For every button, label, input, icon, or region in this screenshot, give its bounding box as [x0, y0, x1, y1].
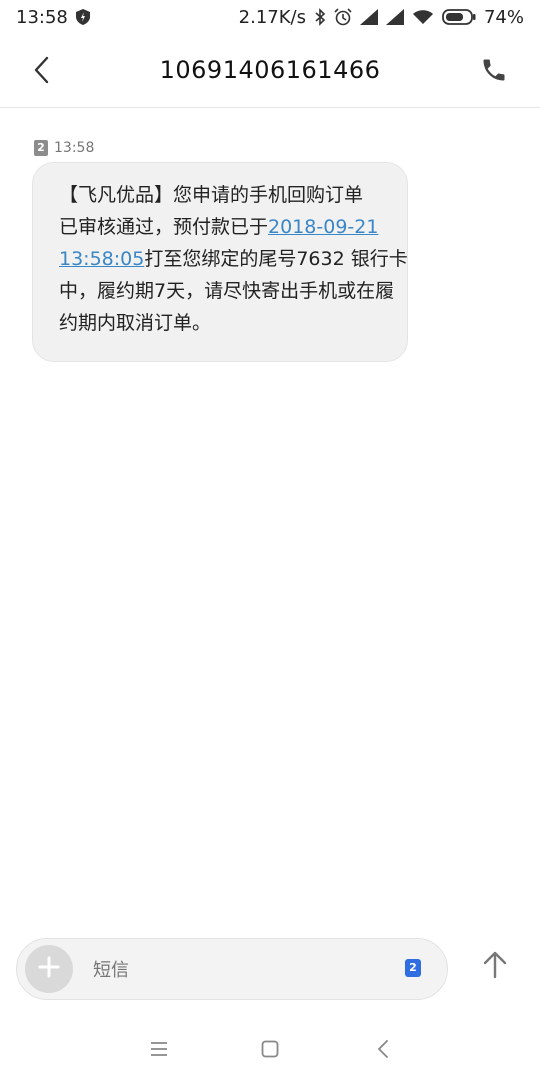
- message-bubble[interactable]: 【飞凡优品】您申请的手机回购订单 已审核通过，预付款已于2018-09-21 1…: [32, 162, 408, 362]
- wifi-icon: [412, 9, 434, 25]
- signal-icon: [359, 9, 378, 25]
- menu-icon: [150, 1041, 168, 1061]
- time-link[interactable]: 13:58:05: [59, 248, 144, 270]
- message-input[interactable]: [91, 953, 375, 987]
- alarm-icon: [334, 8, 352, 26]
- battery-icon: [442, 8, 476, 26]
- message-composer: 2: [16, 938, 448, 1000]
- message-meta: 2 13:58: [34, 140, 94, 156]
- network-speed: 2.17K/s: [238, 6, 306, 28]
- message-line: 13:58:05打至您绑定的尾号7632 银行卡: [59, 243, 408, 275]
- message-text: 约期内取消订单。: [59, 312, 212, 334]
- add-attachment-button[interactable]: [25, 945, 73, 993]
- bluetooth-icon: [314, 8, 326, 26]
- plus-icon: [38, 956, 60, 982]
- message-text: 打至您绑定的尾号7632 银行卡: [144, 248, 408, 270]
- signal-icon-2: [385, 9, 404, 25]
- menu-button[interactable]: [144, 1036, 174, 1066]
- message-line: 已审核通过，预付款已于2018-09-21: [59, 211, 385, 243]
- sim-badge: 2: [34, 140, 48, 156]
- status-bar: 13:58 2.17K/s 74%: [0, 0, 540, 34]
- home-icon: [261, 1040, 279, 1062]
- page-title: 10691406161466: [159, 56, 381, 84]
- system-nav-bar: [0, 1020, 540, 1080]
- message-line: 【飞凡优品】您申请的手机回购订单: [59, 179, 385, 211]
- phone-icon: [480, 56, 508, 88]
- sim-selector[interactable]: 2: [405, 959, 421, 977]
- message-line: 约期内取消订单。: [59, 307, 385, 339]
- message-text: 中，履约期7天，请尽快寄出手机或在履: [59, 280, 395, 302]
- message-line: 中，履约期7天，请尽快寄出手机或在履: [59, 275, 394, 307]
- message-time: 13:58: [54, 140, 95, 156]
- date-link[interactable]: 2018-09-21: [268, 216, 378, 238]
- battery-percent: 74%: [483, 6, 524, 28]
- shield-icon: [75, 9, 90, 25]
- message-text: 已审核通过，预付款已于: [59, 216, 269, 238]
- conversation-header: 10691406161466: [0, 34, 540, 108]
- call-button[interactable]: [474, 52, 514, 92]
- status-time: 13:58: [16, 6, 68, 28]
- home-button[interactable]: [255, 1036, 285, 1066]
- message-text: 【飞凡优品】您申请的手机回购订单: [59, 184, 364, 206]
- nav-back-button[interactable]: [368, 1036, 398, 1066]
- send-button[interactable]: [472, 944, 518, 990]
- arrow-up-icon: [482, 951, 508, 983]
- back-icon: [376, 1040, 390, 1062]
